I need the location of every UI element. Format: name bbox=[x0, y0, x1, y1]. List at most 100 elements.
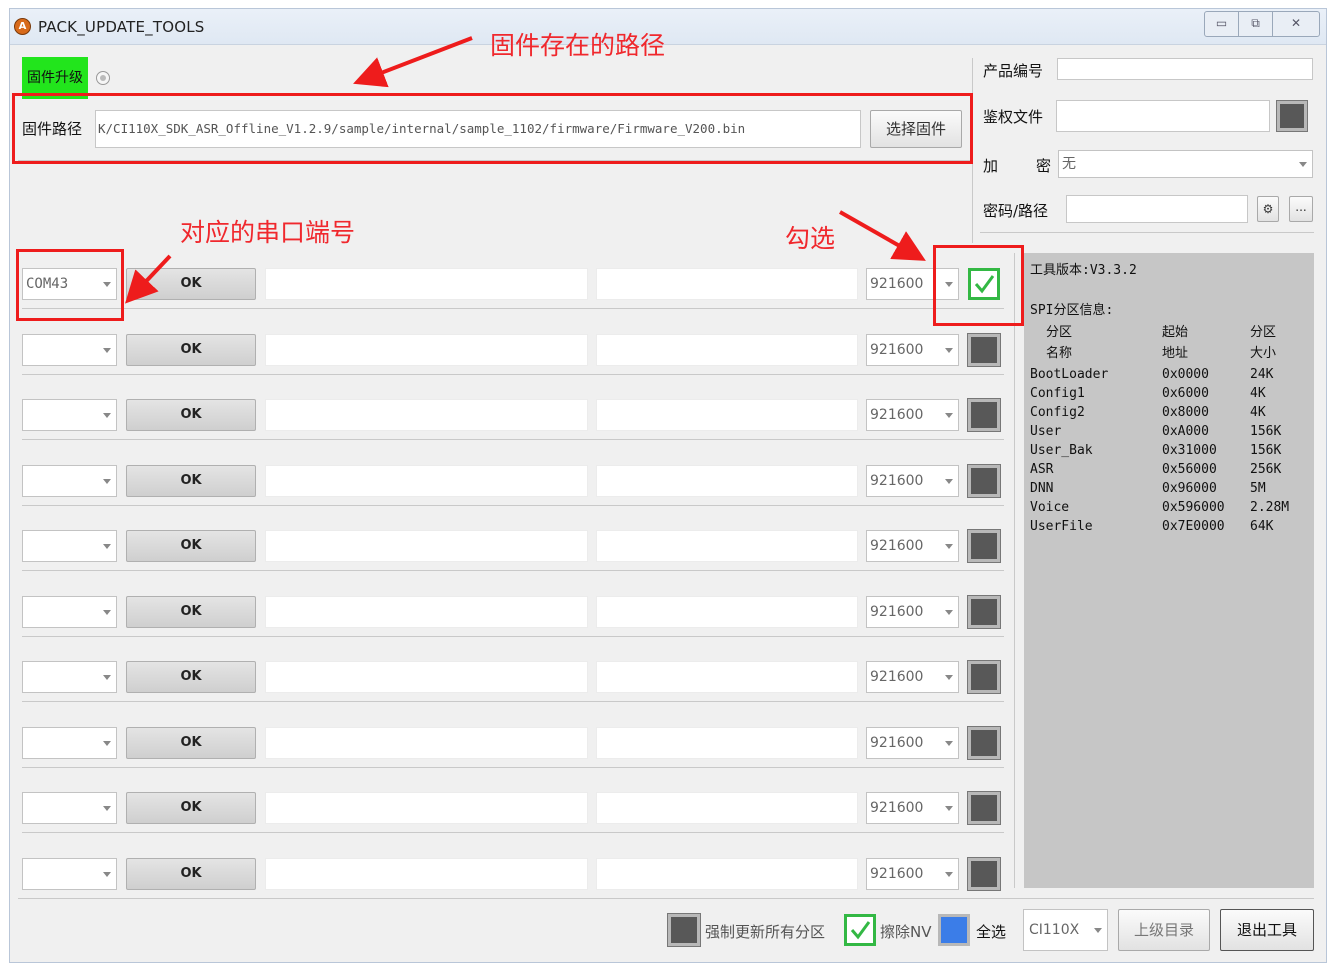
chip-select[interactable]: CI110X bbox=[1023, 909, 1108, 951]
ok-button[interactable]: OK bbox=[126, 399, 256, 431]
port-select[interactable] bbox=[22, 727, 117, 759]
auth-file-input[interactable] bbox=[1056, 100, 1270, 132]
parent-dir-button[interactable]: 上级目录 bbox=[1118, 909, 1210, 951]
chevron-down-icon bbox=[103, 348, 111, 353]
baud-select[interactable]: 921600 bbox=[866, 792, 959, 824]
ok-button[interactable]: OK bbox=[126, 727, 256, 759]
partition-cell: Config2 bbox=[1030, 405, 1085, 420]
progress-field bbox=[596, 465, 858, 497]
port-select[interactable] bbox=[22, 399, 117, 431]
close-button[interactable]: ✕ bbox=[1273, 12, 1319, 36]
partition-cell: 0x31000 bbox=[1162, 443, 1217, 458]
row-checkbox[interactable] bbox=[967, 857, 1001, 891]
checkbox-highlight-box bbox=[933, 245, 1024, 326]
settings-gear-button[interactable]: ⚙ bbox=[1257, 196, 1279, 222]
port-select[interactable] bbox=[22, 661, 117, 693]
port-select[interactable] bbox=[22, 596, 117, 628]
row-checkbox[interactable] bbox=[967, 464, 1001, 498]
status-field bbox=[265, 465, 588, 497]
chevron-down-icon bbox=[945, 741, 953, 746]
progress-field bbox=[596, 399, 858, 431]
baud-select-value: 921600 bbox=[870, 342, 924, 358]
baud-select[interactable]: 921600 bbox=[866, 465, 959, 497]
row-checkbox[interactable] bbox=[967, 333, 1001, 367]
spi-partition-title: SPI分区信息: bbox=[1030, 303, 1114, 318]
auth-file-label: 鉴权文件 bbox=[983, 108, 1044, 126]
partition-cell: 5M bbox=[1250, 481, 1266, 496]
port-select[interactable] bbox=[22, 334, 117, 366]
chevron-down-icon bbox=[945, 806, 953, 811]
row-checkbox[interactable] bbox=[967, 398, 1001, 432]
partition-cell: 4K bbox=[1250, 405, 1266, 420]
row-checkbox[interactable] bbox=[967, 726, 1001, 760]
browse-dots-button[interactable]: ... bbox=[1289, 196, 1313, 222]
minimize-button[interactable]: ▭ bbox=[1205, 12, 1239, 36]
chevron-down-icon bbox=[1094, 928, 1102, 933]
partition-cell: 2.28M bbox=[1250, 500, 1290, 515]
baud-select[interactable]: 921600 bbox=[866, 727, 959, 759]
partition-header: 起始 bbox=[1162, 325, 1189, 340]
password-path-input[interactable] bbox=[1066, 195, 1248, 223]
chevron-down-icon bbox=[945, 872, 953, 877]
product-divider bbox=[980, 232, 1314, 233]
row-divider bbox=[22, 505, 1004, 506]
window-title: PACK_UPDATE_TOOLS bbox=[38, 18, 205, 36]
chevron-down-icon bbox=[945, 479, 953, 484]
baud-select[interactable]: 921600 bbox=[866, 530, 959, 562]
select-all-checkbox[interactable] bbox=[938, 914, 970, 946]
force-update-checkbox[interactable] bbox=[667, 913, 701, 947]
title-bar[interactable]: A PACK_UPDATE_TOOLS ▭ ⧉ ✕ bbox=[10, 9, 1326, 45]
radio-icon[interactable] bbox=[96, 71, 110, 85]
ok-button[interactable]: OK bbox=[126, 792, 256, 824]
status-field bbox=[265, 661, 588, 693]
exit-tool-button[interactable]: 退出工具 bbox=[1220, 909, 1314, 951]
erase-nv-checkbox[interactable] bbox=[844, 914, 876, 946]
encrypt-select[interactable]: 无 bbox=[1058, 150, 1313, 178]
baud-select[interactable]: 921600 bbox=[866, 596, 959, 628]
password-path-label: 密码/路径 bbox=[983, 202, 1049, 220]
row-checkbox[interactable] bbox=[967, 595, 1001, 629]
chevron-down-icon bbox=[103, 610, 111, 615]
product-id-input[interactable] bbox=[1057, 58, 1313, 80]
ok-button[interactable]: OK bbox=[126, 530, 256, 562]
progress-field bbox=[596, 334, 858, 366]
ok-button[interactable]: OK bbox=[126, 465, 256, 497]
port-select[interactable] bbox=[22, 465, 117, 497]
erase-nv-label: 擦除NV bbox=[880, 923, 932, 941]
partition-cell: 4K bbox=[1250, 386, 1266, 401]
ok-button[interactable]: OK bbox=[126, 268, 256, 300]
row-checkbox[interactable] bbox=[967, 529, 1001, 563]
path-highlight-box bbox=[12, 93, 973, 164]
baud-select[interactable]: 921600 bbox=[866, 858, 959, 890]
baud-select[interactable]: 921600 bbox=[866, 661, 959, 693]
ok-button[interactable]: OK bbox=[126, 661, 256, 693]
partition-header: 分区 bbox=[1250, 325, 1277, 340]
partition-cell: 0x0000 bbox=[1162, 367, 1209, 382]
port-select[interactable] bbox=[22, 530, 117, 562]
chevron-down-icon bbox=[103, 544, 111, 549]
app-logo-icon: A bbox=[14, 18, 31, 35]
row-checkbox[interactable] bbox=[967, 660, 1001, 694]
baud-select-value: 921600 bbox=[870, 800, 924, 816]
baud-select-value: 921600 bbox=[870, 669, 924, 685]
ok-button[interactable]: OK bbox=[126, 596, 256, 628]
port-select[interactable] bbox=[22, 792, 117, 824]
ok-button[interactable]: OK bbox=[126, 334, 256, 366]
partition-cell: 0x96000 bbox=[1162, 481, 1217, 496]
row-checkbox[interactable] bbox=[967, 791, 1001, 825]
baud-select[interactable]: 921600 bbox=[866, 334, 959, 366]
baud-select[interactable]: 921600 bbox=[866, 399, 959, 431]
port-highlight-box bbox=[16, 249, 124, 321]
port-select[interactable] bbox=[22, 858, 117, 890]
row-divider bbox=[22, 570, 1004, 571]
check-annotation: 勾选 bbox=[785, 224, 836, 253]
ok-button[interactable]: OK bbox=[126, 858, 256, 890]
status-field bbox=[265, 268, 588, 300]
row-divider bbox=[22, 636, 1004, 637]
partition-cell: 24K bbox=[1250, 367, 1274, 382]
chevron-down-icon bbox=[945, 413, 953, 418]
auth-file-checkbox[interactable] bbox=[1276, 100, 1308, 132]
checkmark-icon bbox=[850, 921, 871, 940]
restore-button[interactable]: ⧉ bbox=[1239, 12, 1273, 36]
partition-cell: User bbox=[1030, 424, 1062, 439]
